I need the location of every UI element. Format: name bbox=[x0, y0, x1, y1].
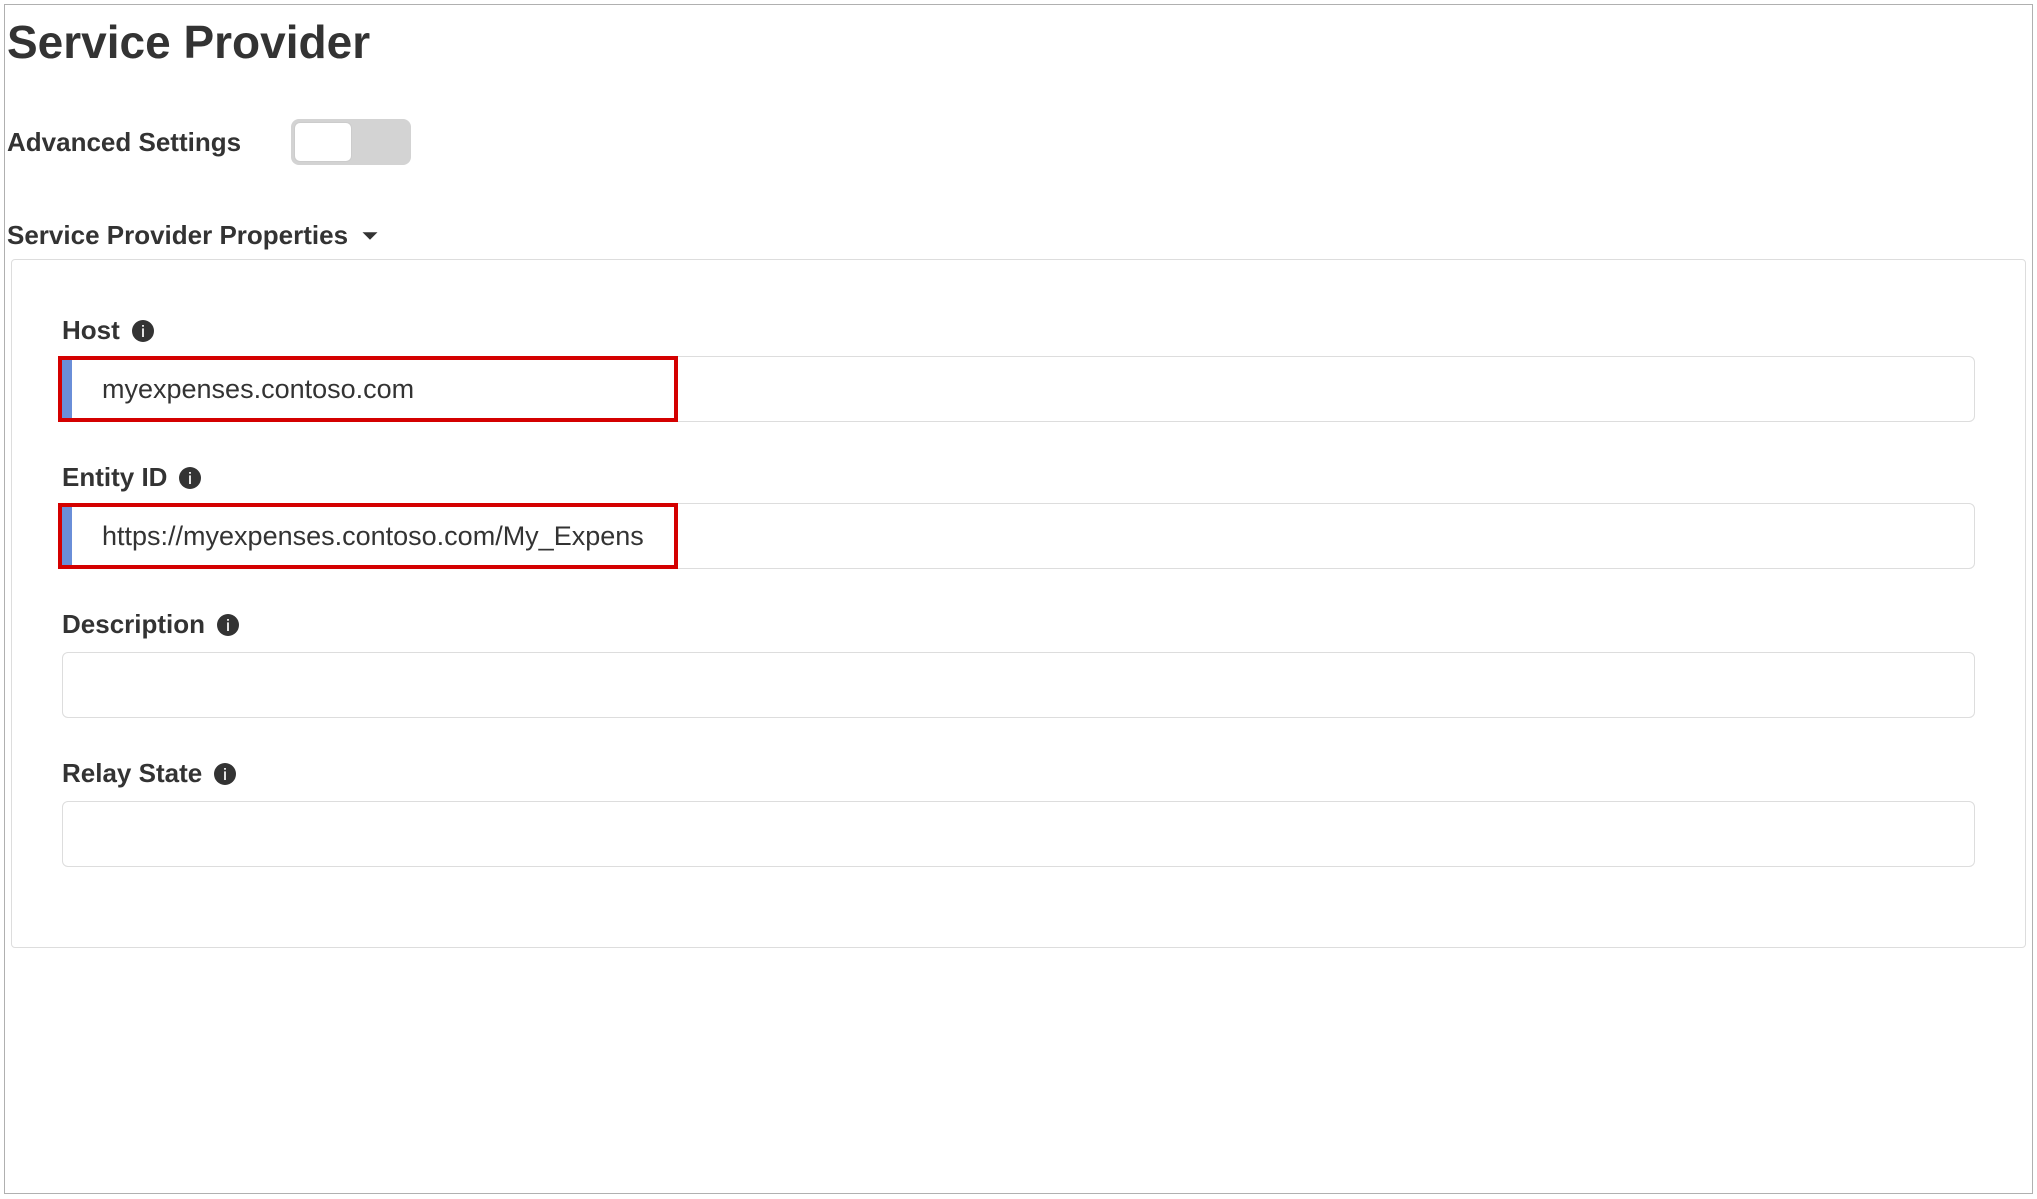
entity-id-field-group: Entity ID bbox=[62, 462, 1975, 569]
toggle-thumb bbox=[294, 122, 352, 162]
entity-id-label-row: Entity ID bbox=[62, 462, 1975, 493]
properties-section-header[interactable]: Service Provider Properties bbox=[5, 220, 2032, 251]
relay-state-label-row: Relay State bbox=[62, 758, 1975, 789]
entity-id-input-container bbox=[62, 503, 1975, 569]
host-highlight-box bbox=[58, 356, 678, 422]
description-input[interactable] bbox=[62, 652, 1975, 718]
advanced-settings-toggle[interactable] bbox=[291, 119, 411, 165]
entity-id-highlight-box bbox=[58, 503, 678, 569]
info-icon[interactable] bbox=[217, 614, 239, 636]
description-label-row: Description bbox=[62, 609, 1975, 640]
caret-down-icon bbox=[360, 226, 380, 246]
properties-panel: Host Entity ID bbox=[11, 259, 2026, 948]
advanced-settings-label: Advanced Settings bbox=[7, 127, 241, 158]
properties-section-title: Service Provider Properties bbox=[7, 220, 348, 251]
host-label-row: Host bbox=[62, 315, 1975, 346]
host-input[interactable] bbox=[62, 360, 674, 418]
description-field-group: Description bbox=[62, 609, 1975, 718]
info-icon[interactable] bbox=[214, 763, 236, 785]
page-title: Service Provider bbox=[5, 15, 2032, 69]
info-icon[interactable] bbox=[132, 320, 154, 342]
host-input-container bbox=[62, 356, 1975, 422]
description-label: Description bbox=[62, 609, 205, 640]
relay-state-input[interactable] bbox=[62, 801, 1975, 867]
host-field-group: Host bbox=[62, 315, 1975, 422]
entity-id-input[interactable] bbox=[62, 507, 674, 565]
entity-id-label: Entity ID bbox=[62, 462, 167, 493]
host-label: Host bbox=[62, 315, 120, 346]
page-container: Service Provider Advanced Settings Servi… bbox=[4, 4, 2033, 1194]
info-icon[interactable] bbox=[179, 467, 201, 489]
advanced-settings-row: Advanced Settings bbox=[5, 119, 2032, 165]
relay-state-label: Relay State bbox=[62, 758, 202, 789]
relay-state-field-group: Relay State bbox=[62, 758, 1975, 867]
